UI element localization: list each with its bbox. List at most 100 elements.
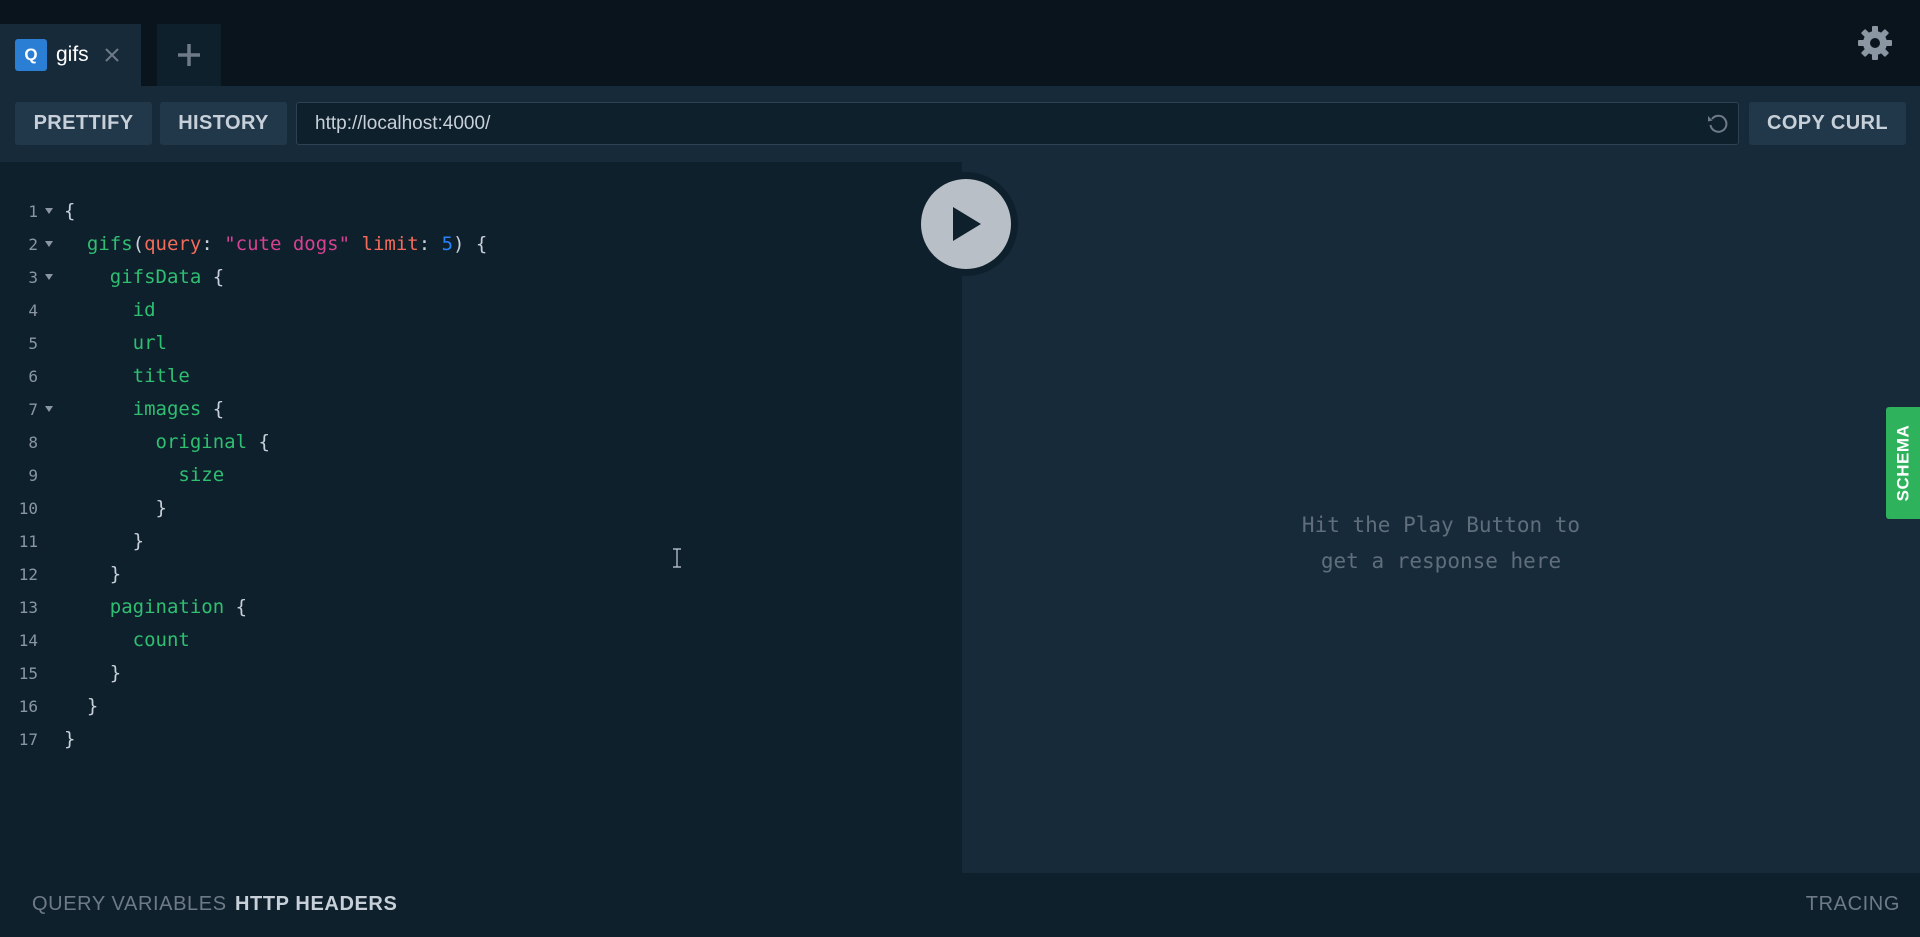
code-line[interactable]: 11 } [0,525,962,558]
code-token: original [155,431,248,453]
code-text: } [64,723,75,756]
code-text: count [64,624,190,657]
code-text: id [64,294,156,327]
code-line[interactable]: 13 pagination { [0,591,962,624]
execute-query-button[interactable] [921,179,1011,269]
copy-curl-button[interactable]: COPY CURL [1749,102,1906,145]
code-line[interactable]: 7 images { [0,393,962,426]
line-number: 5 [28,334,38,353]
code-line[interactable]: 17} [0,723,962,756]
fold-arrow-icon[interactable] [45,406,53,412]
code-token: { [201,398,225,420]
code-token: pagination [109,596,225,618]
code-text: size [64,459,224,492]
text-cursor-icon [673,548,681,568]
code-token: "cute dogs" [224,233,351,255]
fold-arrow-icon[interactable] [45,274,53,280]
code-line[interactable]: 16 } [0,690,962,723]
new-tab-button[interactable] [157,24,221,86]
line-number: 2 [28,235,38,254]
tab-label: gifs [56,43,89,66]
query-editor[interactable]: 1{2 gifs(query: "cute dogs" limit: 5) {3… [0,162,962,873]
code-line[interactable]: 10 } [0,492,962,525]
code-token: { [247,431,270,453]
code-token: } [64,728,76,750]
code-line[interactable]: 2 gifs(query: "cute dogs" limit: 5) { [0,228,962,261]
code-token: ( [132,233,145,255]
code-line[interactable]: 4 id [0,294,962,327]
code-token: limit [361,233,419,255]
toolbar: PRETTIFY HISTORY COPY CURL [0,86,1920,162]
code-token: } [132,530,145,552]
code-token: query [144,233,202,255]
code-token: { [64,200,76,222]
endpoint-url-input[interactable] [297,103,1698,144]
line-number: 10 [18,499,38,518]
code-lines: 1{2 gifs(query: "cute dogs" limit: 5) {3… [0,195,962,756]
code-line[interactable]: 12 } [0,558,962,591]
code-token: } [109,563,122,585]
history-button[interactable]: HISTORY [160,102,287,145]
fold-arrow-icon[interactable] [45,241,53,247]
code-text: } [64,525,144,558]
code-text: images { [64,393,225,426]
code-text: gifsData { [64,261,224,294]
line-number: 17 [18,730,38,749]
code-text: } [64,657,121,690]
endpoint-field [296,102,1739,145]
code-text: } [64,690,98,723]
code-token: 5 [441,233,454,255]
code-text: original { [64,426,270,459]
code-line[interactable]: 5 url [0,327,962,360]
query-badge: Q [15,39,47,71]
code-line[interactable]: 3 gifsData { [0,261,962,294]
code-line[interactable]: 1{ [0,195,962,228]
bottom-bar: QUERY VARIABLES HTTP HEADERS TRACING [0,873,1920,937]
code-text: url [64,327,167,360]
code-text: } [64,492,167,525]
line-number: 6 [28,367,38,386]
reload-schema-button[interactable] [1698,104,1738,144]
code-token: { [201,266,225,288]
code-token: url [132,332,167,354]
code-token: } [86,695,99,717]
placeholder-line: Hit the Play Button to [1301,513,1581,537]
tracing-tab[interactable]: TRACING [1806,893,1900,916]
prettify-button[interactable]: PRETTIFY [15,102,152,145]
gear-icon [1858,26,1892,60]
code-line[interactable]: 8 original { [0,426,962,459]
code-line[interactable]: 15 } [0,657,962,690]
code-text: title [64,360,190,393]
code-token: gifs [86,233,133,255]
tab-gifs[interactable]: Q gifs [0,24,141,86]
line-number: 13 [18,598,38,617]
line-number: 14 [18,631,38,650]
code-token: ) { [453,233,488,255]
settings-button[interactable] [1856,24,1894,62]
close-icon[interactable] [103,46,121,64]
schema-tab[interactable]: SCHEMA [1886,407,1920,519]
http-headers-tab[interactable]: HTTP HEADERS [235,893,397,916]
fold-arrow-icon[interactable] [45,208,53,214]
query-variables-tab[interactable]: QUERY VARIABLES [32,893,227,916]
code-token: { [224,596,248,618]
code-line[interactable]: 9 size [0,459,962,492]
code-token: gifsData [109,266,202,288]
code-line[interactable]: 6 title [0,360,962,393]
code-line[interactable]: 14 count [0,624,962,657]
line-number: 4 [28,301,38,320]
play-button-ring [914,172,1018,276]
